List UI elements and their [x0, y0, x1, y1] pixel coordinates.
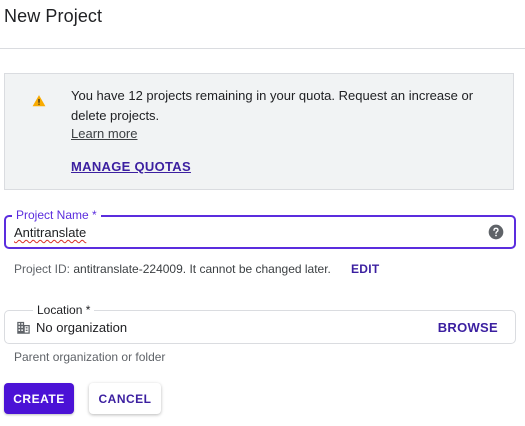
- building-icon: [17, 321, 30, 334]
- project-id-prefix: Project ID:: [14, 262, 74, 276]
- manage-quotas-link[interactable]: MANAGE QUOTAS: [71, 159, 191, 174]
- browse-button[interactable]: BROWSE: [438, 320, 498, 336]
- location-hint: Parent organization or folder: [14, 350, 166, 364]
- new-project-page: New Project You have 12 projects remaini…: [0, 0, 525, 426]
- location-label: Location *: [33, 303, 95, 317]
- quota-notice: You have 12 projects remaining in your q…: [4, 73, 514, 190]
- project-name-field[interactable]: Project Name * Antitranslate: [4, 208, 516, 249]
- create-button[interactable]: CREATE: [4, 383, 74, 414]
- project-id-text: Project ID: antitranslate-224009. It can…: [14, 262, 331, 276]
- cancel-button[interactable]: CANCEL: [89, 383, 161, 414]
- project-id-suffix: . It cannot be changed later.: [182, 262, 331, 276]
- header-divider: [0, 48, 525, 49]
- warning-icon: [32, 95, 46, 107]
- project-name-input[interactable]: Antitranslate: [14, 225, 86, 241]
- location-field[interactable]: Location * No organization BROWSE: [4, 303, 516, 344]
- project-name-label: Project Name *: [12, 208, 101, 222]
- project-id-value: antitranslate-224009: [73, 262, 183, 276]
- quota-message: You have 12 projects remaining in your q…: [71, 88, 474, 123]
- location-value: No organization: [36, 320, 128, 335]
- page-title: New Project: [4, 6, 103, 26]
- learn-more-link[interactable]: Learn more: [71, 125, 137, 143]
- edit-project-id-button[interactable]: EDIT: [351, 262, 380, 276]
- help-icon[interactable]: [488, 224, 504, 240]
